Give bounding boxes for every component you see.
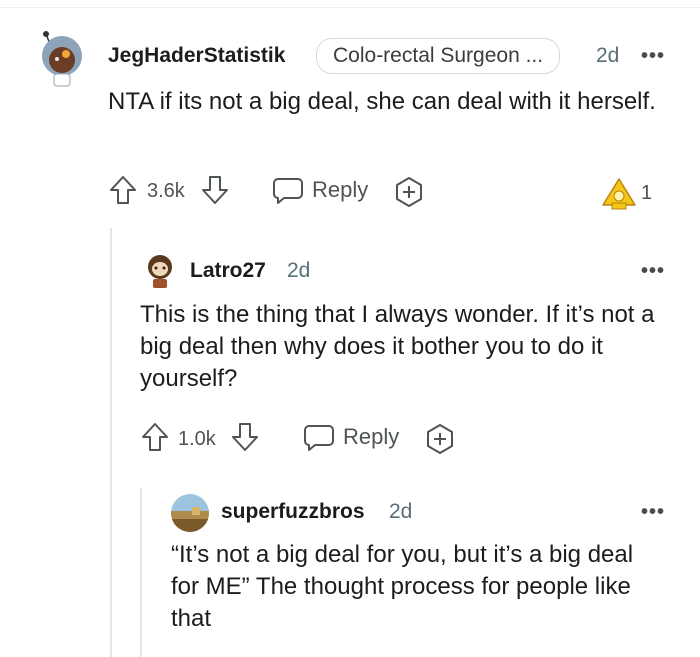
avatar[interactable] [38,30,86,88]
upvote-icon[interactable] [140,421,170,453]
more-options-button[interactable]: ••• [641,261,665,281]
comment-age[interactable]: 2d [596,44,619,68]
avatar[interactable] [145,253,175,289]
downvote-icon[interactable] [200,174,230,206]
vote-count: 3.6k [147,180,185,202]
username[interactable]: superfuzzbros [221,500,365,524]
more-options-button[interactable]: ••• [641,502,665,522]
award-button[interactable] [393,176,425,208]
thread-line-level-2[interactable] [140,488,142,657]
gold-award-icon[interactable] [601,177,637,211]
top-divider [0,0,700,8]
thread-line-level-1[interactable] [110,228,112,657]
upvote-icon[interactable] [108,174,138,206]
vote-count: 1.0k [178,428,216,450]
comment-body: “It’s not a big deal for you, but it’s a… [171,541,634,632]
reply-label: Reply [312,177,369,202]
comment-body: NTA if its not a big deal, she can deal … [108,88,656,115]
award-button[interactable] [424,423,456,455]
comment-age[interactable]: 2d [287,259,310,283]
comment-age[interactable]: 2d [389,500,412,524]
more-options-button[interactable]: ••• [641,46,665,66]
reply-icon [272,176,304,206]
username[interactable]: Latro27 [190,259,266,283]
award-count: 1 [641,182,653,204]
reply-label: Reply [343,424,400,449]
reply-button[interactable]: Reply [272,176,372,206]
reply-icon [303,423,335,453]
comment-body: This is the thing that I always wonder. … [140,301,655,392]
reply-button[interactable]: Reply [303,423,403,453]
downvote-icon[interactable] [230,421,260,453]
username[interactable]: JegHaderStatistik [108,44,285,68]
avatar[interactable] [170,493,210,533]
user-flair: Colo-rectal Surgeon ... [316,38,561,74]
